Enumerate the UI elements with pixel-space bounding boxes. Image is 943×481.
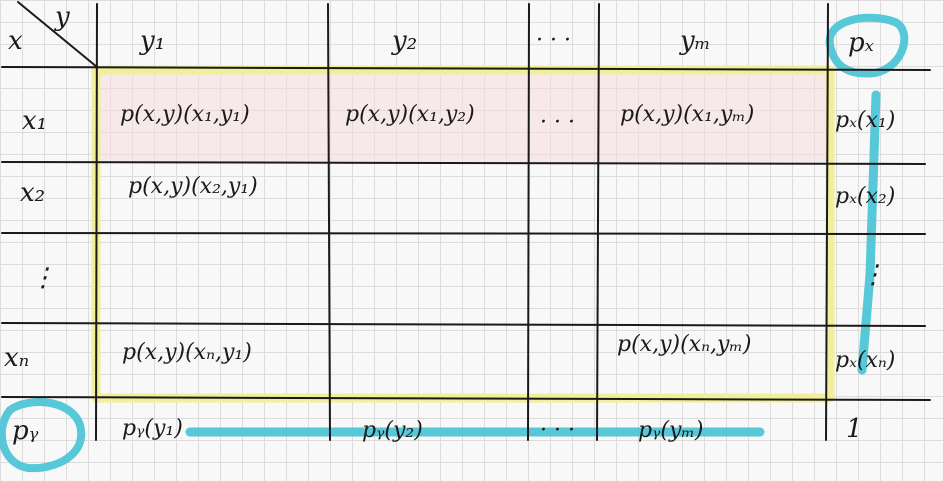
header-y1: y₁ (140, 26, 166, 56)
row-label-divider-line (95, 3, 98, 441)
corner-x-label: x (8, 26, 23, 56)
marginal-px-xn: pₓ(xₙ) (835, 348, 896, 373)
corner-y-label: y (55, 2, 70, 32)
footer-dots: · · · (540, 418, 575, 443)
row-label-vdots: ⋮ (30, 263, 56, 293)
header-px: pₓ (848, 28, 874, 58)
marginal-py-y2: pᵧ(y₂) (362, 418, 423, 443)
marginal-py-y1: pᵧ(y₁) (122, 416, 183, 441)
marginal-px-x2: pₓ(x₂) (835, 184, 896, 209)
joint-x1-ym: p(x,y)(x₁,yₘ) (620, 102, 755, 127)
total-probability: 1 (846, 414, 863, 444)
joint-x2-y1: p(x,y)(x₂,y₁) (128, 174, 258, 199)
row-label-x1: x₁ (22, 106, 48, 136)
handwritten-table-canvas: x y y₁ y₂ · · · yₘ pₓ x₁ p(x,y)(x₁,y₁) p… (0, 0, 943, 481)
joint-x1-y2: p(x,y)(x₁,y₂) (345, 102, 475, 127)
table-lines (0, 1, 931, 473)
marginal-px-x1: pₓ(x₁) (835, 108, 896, 133)
footer-py-label: pᵧ (12, 416, 39, 446)
header-ym: yₘ (680, 26, 711, 56)
marginal-vdots: ⋮ (860, 260, 886, 290)
marginal-py-ym: pᵧ(yₘ) (638, 418, 704, 443)
row1-dots: · · · (540, 110, 575, 135)
px-marginal-bar (857, 90, 881, 375)
row-divider-line (1, 232, 926, 235)
row-divider-line (1, 161, 926, 165)
header-y2: y₂ (392, 26, 418, 56)
column-divider-line (527, 3, 530, 441)
row-label-xn: xₙ (4, 343, 30, 373)
joint-x1-y1: p(x,y)(x₁,y₁) (120, 102, 250, 127)
joint-xn-y1: p(x,y)(xₙ,y₁) (122, 340, 252, 365)
header-dots: · · · (536, 28, 571, 53)
row-label-x2: x₂ (20, 178, 46, 208)
row-divider-line (1, 322, 926, 327)
joint-xn-ym: p(x,y)(xₙ,yₘ) (617, 332, 752, 357)
